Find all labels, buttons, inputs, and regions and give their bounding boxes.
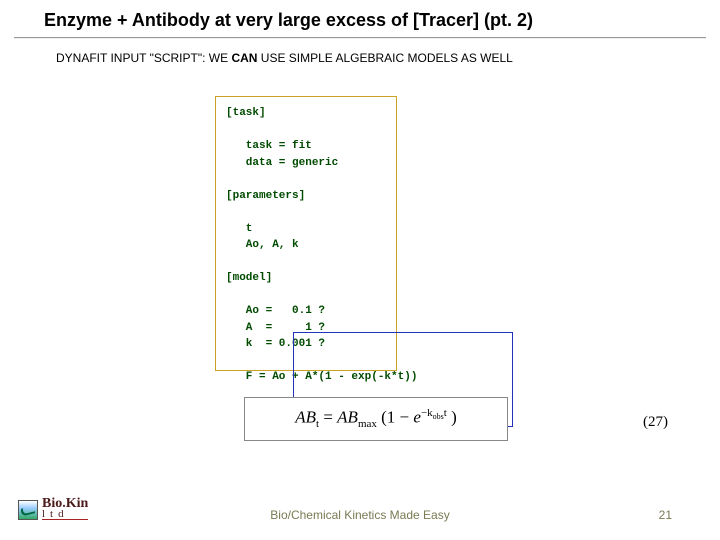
eq-eq: =	[323, 408, 337, 427]
eq-open: (1 −	[381, 408, 413, 427]
eq-close: )	[451, 408, 457, 427]
eq-rhs-a-base: AB	[337, 408, 358, 427]
subtitle-bold: CAN	[231, 51, 257, 65]
equation-formula: ABt = ABmax (1 − e−kobst )	[244, 397, 508, 441]
eq-e: e	[413, 408, 421, 427]
logo-mark-icon	[18, 500, 38, 520]
subtitle-post: USE SIMPLE ALGEBRAIC MODELS AS WELL	[257, 51, 512, 65]
biokin-logo: Bio.Kin ltd	[18, 498, 88, 520]
slide-title: Enzyme + Antibody at very large excess o…	[0, 10, 720, 37]
logo-text: Bio.Kin ltd	[42, 498, 88, 520]
equation-number: (27)	[643, 414, 668, 431]
eq-lhs-sub: t	[316, 419, 319, 431]
footer-text: Bio/Chemical Kinetics Made Easy	[0, 508, 720, 522]
subtitle-pre: DYNAFIT INPUT "SCRIPT": WE	[56, 51, 231, 65]
logo-line2: ltd	[42, 510, 88, 520]
eq-exp: −kobst	[421, 407, 447, 419]
subtitle: DYNAFIT INPUT "SCRIPT": WE CAN USE SIMPL…	[0, 39, 720, 65]
eq-rhs-a-sub: max	[358, 419, 377, 431]
page-number: 21	[659, 508, 672, 522]
script-codebox: [task] task = fit data = generic [parame…	[215, 96, 397, 371]
eq-lhs-base: AB	[295, 408, 316, 427]
